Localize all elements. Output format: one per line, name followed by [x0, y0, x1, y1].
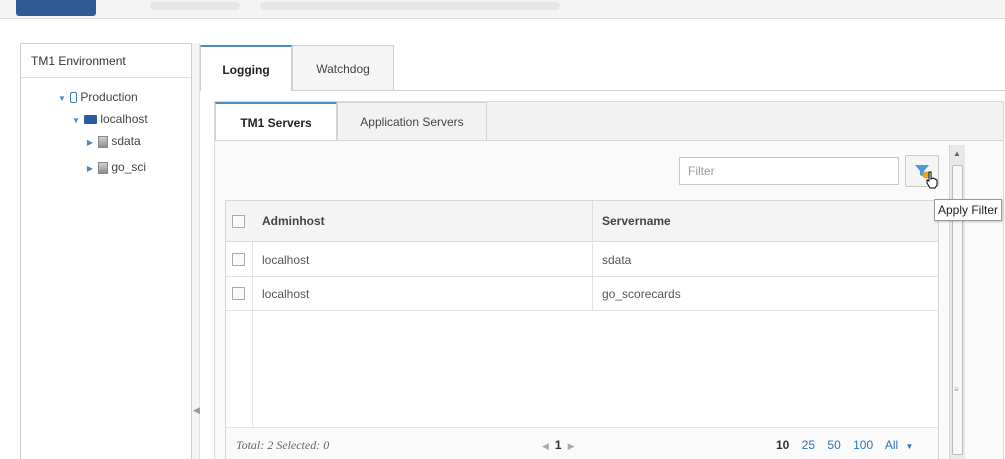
tab-label: Logging — [222, 63, 270, 77]
tab-label: Watchdog — [316, 62, 370, 76]
tree-item-localhost[interactable]: ▼ localhost — [71, 108, 148, 130]
top-toolbar — [0, 0, 1005, 18]
previous-page-icon[interactable]: ◀ — [542, 441, 549, 451]
column-divider — [592, 277, 593, 311]
row-checkbox[interactable] — [232, 253, 245, 266]
servers-table: Adminhost Servername localhost sdata loc… — [225, 200, 939, 459]
environment-panel: TM1 Environment ▼ Production ▼ localhost… — [20, 43, 192, 459]
tab-application-servers[interactable]: Application Servers — [337, 102, 487, 140]
apply-filter-tooltip: Apply Filter — [934, 199, 1003, 221]
tree-item-production[interactable]: ▼ Production — [57, 86, 138, 108]
chevron-down-icon[interactable]: ▼ — [71, 110, 81, 132]
table-row[interactable]: localhost go_scorecards — [226, 277, 938, 311]
column-divider — [592, 243, 593, 277]
tab-watchdog[interactable]: Watchdog — [292, 45, 394, 91]
hand-cursor-icon — [926, 171, 938, 189]
pagination: ◀ 1 ▶ — [542, 438, 575, 452]
column-header-adminhost[interactable]: Adminhost — [262, 201, 325, 242]
column-divider — [592, 201, 593, 242]
cell-adminhost: localhost — [262, 253, 310, 267]
tree-item-sdata[interactable]: ▶ sdata — [85, 130, 141, 152]
page-size-option[interactable]: 25 — [802, 438, 815, 452]
vertical-scrollbar[interactable]: ▲ ≡ — [949, 145, 965, 459]
page-size-option[interactable]: All — [885, 438, 898, 452]
server-icon — [98, 161, 109, 174]
table-header: Adminhost Servername — [226, 201, 938, 242]
page-size-option[interactable]: 10 — [776, 438, 789, 452]
page-size-option[interactable]: 50 — [827, 438, 840, 452]
chevron-down-icon[interactable]: ▼ — [906, 442, 914, 451]
chevron-right-icon[interactable]: ▶ — [85, 132, 95, 154]
column-header-servername[interactable]: Servername — [602, 201, 671, 242]
tree-item-label: go_sci — [111, 160, 147, 174]
table-row[interactable]: localhost sdata — [226, 243, 938, 277]
tab-label: TM1 Servers — [240, 116, 312, 130]
filter-input[interactable] — [679, 157, 899, 185]
folder-icon — [70, 92, 78, 104]
selection-summary: Total: 2 Selected: 0 — [236, 438, 330, 452]
select-all-checkbox[interactable] — [232, 215, 245, 228]
table-footer: Total: 2 Selected: 0 ◀ 1 ▶ 10 25 50 100 Al… — [226, 427, 938, 459]
main-area: TM1 Environment ▼ Production ▼ localhost… — [0, 18, 1005, 459]
page-size-selector: 10 25 50 100 All ▼ — [776, 438, 922, 452]
logging-content: TM1 Servers Application Servers Apply Fi… — [200, 90, 1005, 459]
panel-splitter[interactable]: ◀ — [192, 43, 200, 459]
tree-item-label: sdata — [111, 134, 141, 148]
tree-item-label: Production — [80, 90, 138, 104]
scroll-up-icon[interactable]: ▲ — [953, 149, 961, 158]
toolbar-ghost-2 — [260, 2, 560, 10]
collapse-left-icon[interactable]: ◀ — [193, 405, 200, 416]
tree-item-go-sci[interactable]: ▶ go_sci — [85, 156, 146, 178]
chevron-right-icon[interactable]: ▶ — [85, 158, 95, 180]
scroll-grip-icon: ≡ — [954, 385, 959, 394]
tm1-servers-content: Apply Filter ▲ ≡ Adminhost Servername — [215, 140, 1003, 459]
page-size-option[interactable]: 100 — [853, 438, 873, 452]
tab-logging[interactable]: Logging — [200, 45, 292, 91]
toolbar-ghost-1 — [150, 2, 240, 10]
servers-panel: TM1 Servers Application Servers Apply Fi… — [214, 101, 1004, 459]
tab-tm1-servers[interactable]: TM1 Servers — [215, 102, 337, 140]
brand-bar — [16, 0, 96, 16]
current-page[interactable]: 1 — [555, 438, 562, 452]
tree-item-label: localhost — [100, 112, 148, 126]
cell-servername: sdata — [602, 253, 632, 267]
cell-servername: go_scorecards — [602, 287, 681, 301]
row-checkbox[interactable] — [232, 287, 245, 300]
tab-label: Application Servers — [360, 115, 464, 129]
next-page-icon[interactable]: ▶ — [568, 441, 575, 451]
cell-adminhost: localhost — [262, 287, 310, 301]
environment-title: TM1 Environment — [21, 44, 191, 78]
chevron-down-icon[interactable]: ▼ — [57, 88, 67, 110]
server-icon — [98, 135, 109, 148]
host-icon — [84, 115, 98, 125]
